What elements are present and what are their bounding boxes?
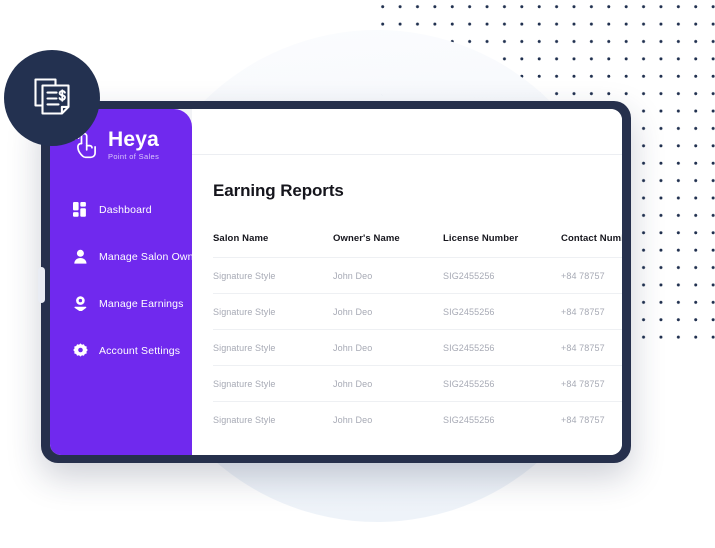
cell-contact-number: +84 78757 [561, 365, 622, 402]
cell-owners-name: John Deo [333, 257, 443, 294]
page-title: Earning Reports [213, 181, 344, 200]
sidebar-item-label: Manage Salon Owner [99, 250, 204, 263]
sidebar-item-dashboard[interactable]: Dashboard [50, 197, 192, 223]
sidebar-nav: Dashboard Manage Salon Owner Manage Earn… [50, 197, 203, 364]
grid-dashboard-icon [73, 202, 88, 217]
app-sidebar: Heya Point of Sales Dashboard Manage Sal… [50, 109, 203, 455]
cell-salon-name: Signature Style [213, 257, 333, 294]
illustration-canvas: Heya Point of Sales Dashboard Manage Sal… [0, 0, 715, 548]
cell-contact-number: +84 78757 [561, 401, 622, 437]
column-header-license-number[interactable]: License Number [443, 233, 561, 258]
cell-salon-name: Signature Style [213, 365, 333, 402]
brand-subtitle: Point of Sales [108, 152, 160, 161]
cell-license-number: SIG2455256 [443, 401, 561, 437]
user-icon [73, 249, 88, 264]
cell-contact-number: +84 78757 [561, 257, 622, 294]
cell-owners-name: John Deo [333, 401, 443, 437]
table-row[interactable]: Signature Style John Deo SIG2455256 +84 … [213, 365, 622, 402]
table-row[interactable]: Signature Style John Deo SIG2455256 +84 … [213, 401, 622, 437]
cell-license-number: SIG2455256 [443, 293, 561, 330]
tablet-device-frame: Heya Point of Sales Dashboard Manage Sal… [38, 101, 631, 463]
cell-contact-number: +84 78757 [561, 329, 622, 366]
cell-owners-name: John Deo [333, 365, 443, 402]
column-header-salon-name[interactable]: Salon Name [213, 233, 333, 258]
sidebar-item-label: Account Settings [99, 344, 181, 357]
user-earnings-icon [73, 296, 88, 311]
table-header-row: Salon Name Owner's Name License Number C… [213, 233, 622, 258]
app-content: Earning Reports Salon Name Owner's Name … [192, 109, 622, 455]
earning-reports-table: Salon Name Owner's Name License Number C… [213, 233, 622, 437]
sidebar-item-manage-salon-owner[interactable]: Manage Salon Owner [50, 244, 203, 270]
cell-license-number: SIG2455256 [443, 365, 561, 402]
cell-salon-name: Signature Style [213, 401, 333, 437]
sidebar-item-label: Manage Earnings [99, 297, 184, 310]
brand-title: Heya [108, 128, 160, 151]
invoice-badge [4, 50, 100, 146]
table-row[interactable]: Signature Style John Deo SIG2455256 +84 … [213, 293, 622, 330]
column-header-owners-name[interactable]: Owner's Name [333, 233, 443, 258]
tablet-screen: Heya Point of Sales Dashboard Manage Sal… [50, 109, 622, 455]
cell-owners-name: John Deo [333, 329, 443, 366]
device-side-button[interactable] [38, 267, 45, 303]
cell-license-number: SIG2455256 [443, 257, 561, 294]
cell-owners-name: John Deo [333, 293, 443, 330]
cell-contact-number: +84 78757 [561, 293, 622, 330]
sidebar-item-label: Dashboard [99, 203, 152, 216]
gear-icon [73, 343, 88, 358]
invoice-document-dollar-icon [29, 73, 75, 124]
table-row[interactable]: Signature Style John Deo SIG2455256 +84 … [213, 257, 622, 294]
cell-license-number: SIG2455256 [443, 329, 561, 366]
cell-salon-name: Signature Style [213, 329, 333, 366]
table-row[interactable]: Signature Style John Deo SIG2455256 +84 … [213, 329, 622, 366]
sidebar-item-account-settings[interactable]: Account Settings [50, 338, 192, 364]
cell-salon-name: Signature Style [213, 293, 333, 330]
earning-reports-table-wrap: Salon Name Owner's Name License Number C… [192, 233, 622, 437]
content-topbar [192, 109, 622, 155]
sidebar-item-manage-earnings[interactable]: Manage Earnings [50, 291, 192, 317]
column-header-contact-number[interactable]: Contact Number [561, 233, 622, 258]
